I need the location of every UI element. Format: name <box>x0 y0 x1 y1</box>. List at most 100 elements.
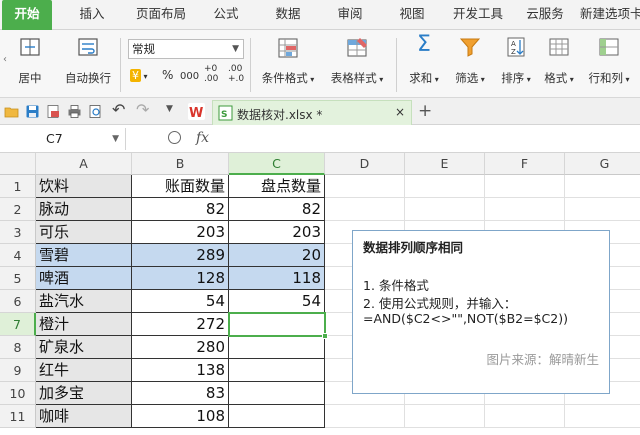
table-cell[interactable]: 128 <box>132 267 229 290</box>
tab-developer[interactable]: 开发工具 <box>446 0 510 30</box>
table-cell[interactable]: 盐汽水 <box>36 290 132 313</box>
row-header[interactable]: 8 <box>0 336 36 359</box>
merge-center-button[interactable]: 居中 <box>4 30 56 98</box>
table-cell[interactable]: 272 <box>132 313 229 336</box>
column-header-e[interactable]: E <box>405 153 485 175</box>
row-header[interactable]: 7 <box>0 313 36 336</box>
percent-button[interactable]: % <box>162 68 173 82</box>
table-cell[interactable]: 可乐 <box>36 221 132 244</box>
zoom-formula-icon[interactable] <box>168 131 181 144</box>
tab-formulas[interactable]: 公式 <box>202 0 250 30</box>
comma-style-button[interactable]: 000 <box>180 71 199 82</box>
print-icon[interactable] <box>67 104 82 119</box>
empty-cell[interactable] <box>325 175 405 198</box>
currency-button[interactable]: ¥ ▾ <box>130 68 148 82</box>
table-cell[interactable]: 203 <box>132 221 229 244</box>
increase-decimal-button[interactable]: +0 .00 <box>204 64 224 84</box>
table-cell[interactable] <box>229 336 325 359</box>
empty-cell[interactable] <box>485 175 565 198</box>
header-cell[interactable]: 盘点数量 <box>229 175 325 198</box>
empty-cell[interactable] <box>485 405 565 428</box>
wrap-text-button[interactable]: 自动换行 <box>60 30 116 98</box>
save-icon[interactable] <box>25 104 40 119</box>
insert-function-button[interactable]: fx <box>196 130 209 146</box>
row-header[interactable]: 10 <box>0 382 36 405</box>
formula-input[interactable] <box>222 128 636 150</box>
print-preview-icon[interactable] <box>88 104 103 119</box>
empty-cell[interactable] <box>485 198 565 221</box>
tab-review[interactable]: 审阅 <box>326 0 374 30</box>
tab-data[interactable]: 数据 <box>262 0 314 30</box>
row-header[interactable]: 5 <box>0 267 36 290</box>
number-format-select[interactable]: 常规 ▼ <box>128 39 244 59</box>
empty-cell[interactable] <box>405 198 485 221</box>
conditional-format-button[interactable]: 条件格式 ▾ <box>256 30 320 98</box>
row-header[interactable]: 1 <box>0 175 36 198</box>
table-cell[interactable]: 118 <box>229 267 325 290</box>
empty-cell[interactable] <box>565 175 640 198</box>
table-cell[interactable]: 138 <box>132 359 229 382</box>
header-cell[interactable]: 账面数量 <box>132 175 229 198</box>
row-header[interactable]: 3 <box>0 221 36 244</box>
table-cell[interactable]: 108 <box>132 405 229 428</box>
format-button[interactable]: 格式 ▾ <box>538 30 580 98</box>
wps-logo-icon[interactable]: W <box>188 103 205 120</box>
row-column-button[interactable]: 行和列 ▾ <box>580 30 638 98</box>
tab-insert[interactable]: 插入 <box>64 0 120 30</box>
customize-dropdown-icon[interactable]: ▼ <box>166 104 173 114</box>
table-cell[interactable]: 啤酒 <box>36 267 132 290</box>
table-cell[interactable]: 橙汁 <box>36 313 132 336</box>
open-folder-icon[interactable] <box>4 104 19 119</box>
name-box[interactable]: C7 ▼ <box>0 128 126 150</box>
row-header[interactable]: 6 <box>0 290 36 313</box>
column-header-f[interactable]: F <box>485 153 565 175</box>
close-tab-icon[interactable]: × <box>395 105 405 119</box>
sum-button[interactable]: Σ 求和 ▾ <box>402 30 446 98</box>
sort-button[interactable]: A Z 排序 ▾ <box>494 30 538 98</box>
table-cell[interactable] <box>229 382 325 405</box>
new-tab-button[interactable]: + <box>418 101 432 121</box>
table-cell[interactable]: 矿泉水 <box>36 336 132 359</box>
empty-cell[interactable] <box>405 405 485 428</box>
select-all-corner[interactable] <box>0 153 36 175</box>
tab-new-tab[interactable]: 新建选项卡 <box>580 0 640 30</box>
table-cell[interactable]: 54 <box>229 290 325 313</box>
table-cell[interactable]: 20 <box>229 244 325 267</box>
empty-cell[interactable] <box>565 405 640 428</box>
table-cell[interactable]: 280 <box>132 336 229 359</box>
row-header[interactable]: 11 <box>0 405 36 428</box>
undo-icon[interactable]: ↶ <box>112 100 125 119</box>
table-cell[interactable]: 雪碧 <box>36 244 132 267</box>
column-header-a[interactable]: A <box>36 153 132 175</box>
table-cell[interactable]: 红牛 <box>36 359 132 382</box>
tab-view[interactable]: 视图 <box>388 0 436 30</box>
table-cell[interactable] <box>229 313 325 336</box>
table-cell[interactable]: 82 <box>132 198 229 221</box>
column-header-c[interactable]: C <box>229 153 325 175</box>
table-cell[interactable]: 咖啡 <box>36 405 132 428</box>
table-cell[interactable]: 加多宝 <box>36 382 132 405</box>
row-header[interactable]: 2 <box>0 198 36 221</box>
column-header-g[interactable]: G <box>565 153 640 175</box>
table-cell[interactable]: 289 <box>132 244 229 267</box>
table-cell[interactable] <box>229 405 325 428</box>
redo-icon[interactable]: ↷ <box>136 100 149 119</box>
row-header[interactable]: 4 <box>0 244 36 267</box>
column-header-d[interactable]: D <box>325 153 405 175</box>
empty-cell[interactable] <box>325 198 405 221</box>
empty-cell[interactable] <box>405 175 485 198</box>
tab-cloud-service[interactable]: 云服务 <box>520 0 570 30</box>
document-tab[interactable]: S 数据核对.xlsx * × <box>212 100 412 125</box>
empty-cell[interactable] <box>325 405 405 428</box>
decrease-decimal-button[interactable]: .00 +.0 <box>228 64 248 84</box>
table-cell[interactable]: 54 <box>132 290 229 313</box>
table-cell[interactable]: 82 <box>229 198 325 221</box>
table-cell[interactable]: 203 <box>229 221 325 244</box>
table-cell[interactable]: 83 <box>132 382 229 405</box>
filter-button[interactable]: 筛选 ▾ <box>448 30 492 98</box>
row-header[interactable]: 9 <box>0 359 36 382</box>
table-cell[interactable]: 脉动 <box>36 198 132 221</box>
table-cell[interactable] <box>229 359 325 382</box>
table-style-button[interactable]: 表格样式 ▾ <box>324 30 390 98</box>
tab-page-layout[interactable]: 页面布局 <box>126 0 196 30</box>
